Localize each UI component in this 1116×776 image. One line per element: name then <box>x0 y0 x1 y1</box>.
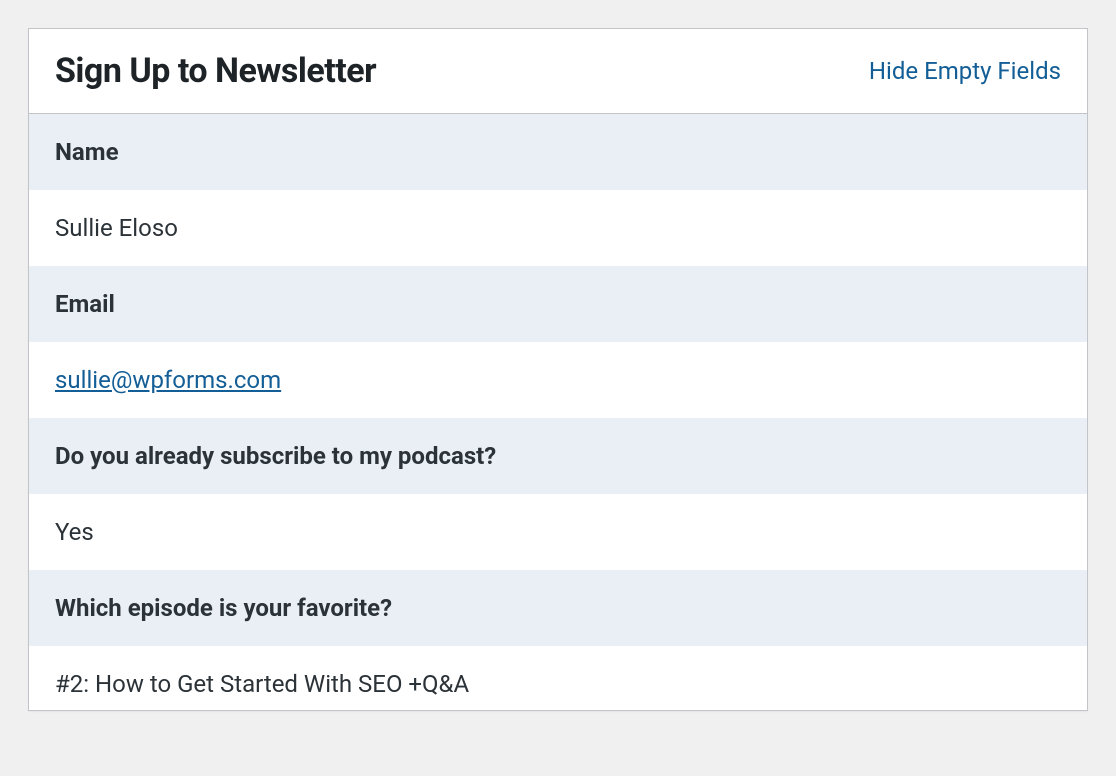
panel-header: Sign Up to Newsletter Hide Empty Fields <box>29 29 1087 114</box>
panel-title: Sign Up to Newsletter <box>55 51 376 91</box>
field-label-email: Email <box>29 266 1087 342</box>
field-label-podcast: Do you already subscribe to my podcast? <box>29 418 1087 494</box>
field-label-name: Name <box>29 114 1087 190</box>
email-link[interactable]: sullie@wpforms.com <box>55 366 281 394</box>
field-value-email: sullie@wpforms.com <box>29 342 1087 418</box>
field-label-episode: Which episode is your favorite? <box>29 570 1087 646</box>
field-value-name: Sullie Eloso <box>29 190 1087 266</box>
entry-details-panel: Sign Up to Newsletter Hide Empty Fields … <box>28 28 1088 711</box>
field-value-episode: #2: How to Get Started With SEO +Q&A <box>29 646 1087 710</box>
field-value-podcast: Yes <box>29 494 1087 570</box>
hide-empty-fields-link[interactable]: Hide Empty Fields <box>869 57 1061 85</box>
